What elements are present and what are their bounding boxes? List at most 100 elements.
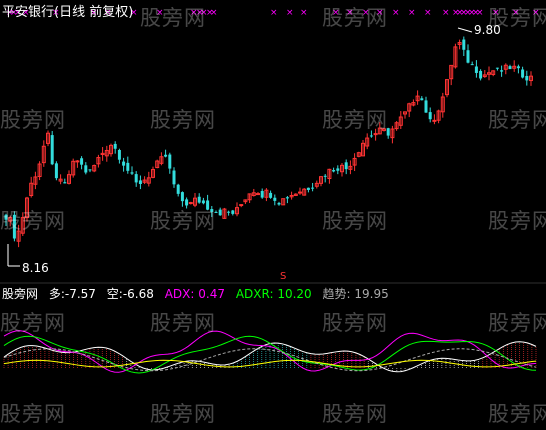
watermark: 股旁网 xyxy=(322,311,388,335)
candle-body-down xyxy=(500,70,504,72)
candle-body-down xyxy=(508,66,512,70)
candle-body-down xyxy=(122,161,126,166)
signal-marker: × xyxy=(286,8,294,18)
indicator-name: 股旁网 xyxy=(2,287,39,301)
candle-body-down xyxy=(269,192,273,198)
signal-marker: × xyxy=(392,8,400,18)
candle-body-down xyxy=(180,192,184,202)
candle-body-down xyxy=(516,66,520,69)
watermark: 股旁网 xyxy=(488,311,546,335)
indicator-legend: 股旁网 多:-7.57 空:-6.68 ADX: 0.47 ADXR: 10.2… xyxy=(2,285,396,302)
candle-body-down xyxy=(130,172,134,174)
watermark: 股旁网 xyxy=(322,6,388,30)
watermark: 股旁网 xyxy=(150,311,216,335)
adxr-readout: ADXR: 10.20 xyxy=(236,287,312,301)
candle-body-down xyxy=(277,202,281,205)
adxr-value: 10.20 xyxy=(277,287,312,301)
candle-body-up xyxy=(239,204,244,207)
candle-body-down xyxy=(273,197,277,201)
high-price-label: 9.80 xyxy=(474,23,501,37)
kong-readout: 空:-6.68 xyxy=(107,287,154,301)
adx-label: ADX: xyxy=(164,287,195,301)
chart-canvas: ××× × × × × × × ××××× × × × × × × × × × × × ××××××× × × ×S xyxy=(0,8,546,374)
signal-marker: × xyxy=(476,8,484,18)
candle-body-down xyxy=(164,154,168,157)
candle-body-down xyxy=(227,211,231,213)
signal-marker: × xyxy=(300,8,308,18)
candle-body-down xyxy=(306,187,310,190)
watermark: 股旁网 xyxy=(150,108,216,132)
candle-body-down xyxy=(428,112,432,120)
adxr-label: ADXR: xyxy=(235,287,274,301)
candle-body-down xyxy=(113,143,117,149)
signal-marker: × xyxy=(408,8,416,18)
watermark: 股旁网 xyxy=(0,209,66,233)
candle-body-down xyxy=(126,162,130,171)
candle-body-down xyxy=(63,182,67,184)
candle-body-down xyxy=(138,180,142,184)
candle-body-down xyxy=(311,187,315,189)
watermark: 股旁网 xyxy=(140,6,206,30)
signal-marker: × xyxy=(270,8,278,18)
watermark: 股旁网 xyxy=(322,108,388,132)
candle-body-down xyxy=(474,66,478,73)
signal-marker: × xyxy=(424,8,432,18)
trend-label: 趋势: xyxy=(322,287,351,301)
candle-body-down xyxy=(462,39,466,50)
watermark: 股旁网 xyxy=(150,209,216,233)
chart-title: 平安银行(日线 前复权) xyxy=(2,5,134,20)
watermark: 股旁网 xyxy=(0,402,66,426)
candle-body-down xyxy=(470,64,474,66)
candle-body-down xyxy=(50,135,54,165)
candle-body-up xyxy=(188,202,193,205)
signal-marker: × xyxy=(442,8,450,18)
signal-marker-red: S xyxy=(280,271,286,282)
candle-body-down xyxy=(176,184,180,194)
watermark: 股旁网 xyxy=(488,209,546,233)
signal-marker: × xyxy=(210,8,218,18)
watermark: 股旁网 xyxy=(0,108,66,132)
candle-body-down xyxy=(117,149,121,160)
candle-body-up xyxy=(298,191,302,194)
watermark: 股旁网 xyxy=(488,402,546,426)
candle-body-down xyxy=(323,175,327,177)
candle-body-down xyxy=(332,170,336,172)
candle-body-down xyxy=(88,169,92,171)
duo-label: 多: xyxy=(48,287,65,301)
adx-value: 0.47 xyxy=(198,287,225,301)
candle-body-down xyxy=(134,174,138,183)
candle-body-down xyxy=(344,162,348,170)
candle-body-down xyxy=(80,158,84,165)
candle-body-down xyxy=(218,209,222,216)
candle-body-down xyxy=(172,170,176,185)
candle-body-down xyxy=(285,197,289,199)
candle-body-down xyxy=(479,70,483,79)
chart-stage: × × × × × × × × × × × × × × × × × × × × × × × × × × × × × × × × × × × S 股旁网… xyxy=(0,0,546,426)
candle-body-down xyxy=(420,98,424,101)
watermark: 股旁网 xyxy=(0,311,66,335)
candle-body-down xyxy=(424,100,428,113)
watermark: 股旁网 xyxy=(150,402,216,426)
duo-value: -7.57 xyxy=(64,287,96,301)
candle-body-down xyxy=(369,135,373,137)
watermark: 股旁网 xyxy=(322,209,388,233)
candle-body-down xyxy=(168,154,172,169)
kong-label: 空: xyxy=(106,287,123,301)
duo-readout: 多:-7.57 xyxy=(49,287,96,301)
candle-body-down xyxy=(336,168,340,171)
candle-body-down xyxy=(84,165,88,173)
trend-value: 19.95 xyxy=(354,287,389,301)
candle-body-down xyxy=(260,190,264,198)
candle-body-down xyxy=(495,67,499,69)
candle-body-down xyxy=(197,196,201,203)
trend-readout: 趋势: 19.95 xyxy=(323,287,389,301)
candle-body-up xyxy=(432,119,437,122)
candle-body-down xyxy=(525,75,529,81)
candle-body-down xyxy=(201,200,205,204)
watermark: 股旁网 xyxy=(488,108,546,132)
candle-body-up xyxy=(75,160,80,163)
candle-body-down xyxy=(466,50,470,63)
high-marker-line xyxy=(457,27,473,33)
low-price-label: 8.16 xyxy=(22,261,49,275)
watermark: 股旁网 xyxy=(322,402,388,426)
